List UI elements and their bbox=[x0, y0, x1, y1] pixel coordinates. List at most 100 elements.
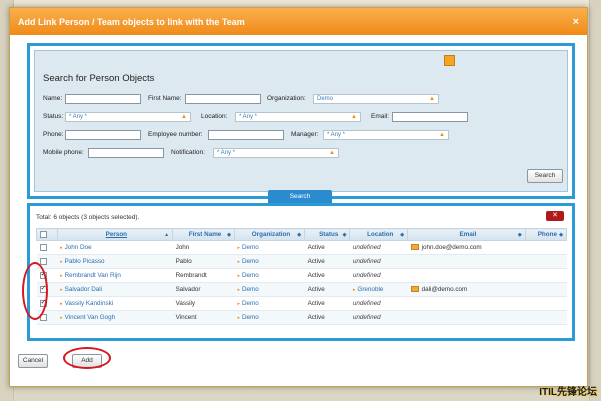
dropdown-arrow-icon: ▲ bbox=[329, 150, 335, 156]
phone-input[interactable] bbox=[65, 130, 141, 140]
manager-select[interactable]: * Any * ▲ bbox=[323, 130, 449, 140]
organization-link[interactable]: Demo bbox=[242, 272, 259, 279]
bullet-icon: ▸ bbox=[352, 287, 356, 293]
sort-icon: ◆ bbox=[400, 232, 405, 238]
status-select[interactable]: * Any * ▲ bbox=[65, 112, 191, 122]
column-header-organization[interactable]: Organization ◆ bbox=[233, 228, 306, 241]
status-cell: Active bbox=[304, 240, 350, 255]
dropdown-arrow-icon: ▲ bbox=[351, 114, 357, 120]
email-cell bbox=[407, 254, 526, 269]
background-right-strip bbox=[589, 0, 601, 401]
sort-asc-icon: ▲ bbox=[164, 232, 170, 238]
email-cell bbox=[407, 310, 526, 325]
select-all-checkbox[interactable] bbox=[40, 230, 47, 238]
cancel-button[interactable]: Cancel bbox=[18, 354, 48, 368]
email-cell: john.doe@demo.com bbox=[421, 244, 482, 251]
search-form: Search for Person Objects Name: First Na… bbox=[34, 50, 568, 192]
name-label: Name: bbox=[43, 95, 63, 102]
person-link[interactable]: Vincent Van Gogh bbox=[65, 314, 116, 321]
results-panel: Total: 6 objects (3 objects selected). ✕… bbox=[27, 203, 575, 341]
organization-link[interactable]: Demo bbox=[242, 258, 259, 265]
dropdown-arrow-icon: ▲ bbox=[181, 114, 187, 120]
highlight-checked-rows bbox=[22, 262, 48, 320]
sort-icon: ◆ bbox=[342, 232, 347, 238]
sort-icon: ◆ bbox=[227, 232, 231, 238]
bullet-icon: ▸ bbox=[237, 273, 240, 279]
organization-link[interactable]: Demo bbox=[242, 244, 259, 251]
column-header-status[interactable]: Status ◆ bbox=[304, 228, 351, 241]
phone-cell bbox=[525, 268, 567, 283]
row-checkbox[interactable] bbox=[39, 243, 47, 251]
mobile-phone-input[interactable] bbox=[88, 148, 164, 158]
dropdown-arrow-icon: ▲ bbox=[429, 96, 435, 102]
organization-label: Organization: bbox=[267, 95, 306, 102]
organization-link[interactable]: Demo bbox=[242, 314, 259, 321]
first-name-input[interactable] bbox=[185, 94, 261, 104]
column-header-phone[interactable]: Phone ◆ bbox=[524, 228, 568, 241]
status-cell: Active bbox=[304, 254, 350, 269]
email-cell: dali@demo.com bbox=[421, 286, 468, 293]
location-cell: undefined bbox=[349, 240, 408, 255]
bullet-icon: ▸ bbox=[237, 301, 240, 307]
close-icon[interactable]: × bbox=[573, 16, 579, 28]
email-cell bbox=[407, 268, 526, 283]
search-heading: Search for Person Objects bbox=[43, 73, 155, 84]
first-name-cell: Vincent bbox=[172, 310, 235, 325]
table-row[interactable]: ▸Rembrandt Van Rijn Rembrandt ▸Demo Acti… bbox=[36, 268, 567, 283]
location-link[interactable]: Grenoble bbox=[357, 286, 383, 293]
status-label: Status: bbox=[43, 113, 64, 120]
table-row[interactable]: ▸ Vincent Van Gogh Vincent ▸ Demo Active u… bbox=[36, 310, 567, 325]
mobile-phone-label: Mobile phone: bbox=[43, 149, 84, 156]
column-header-email[interactable]: Email ◆ bbox=[407, 228, 526, 241]
person-link[interactable]: Pablo Picasso bbox=[65, 258, 105, 265]
column-header-person[interactable]: Person ▲ bbox=[56, 228, 174, 241]
email-cell bbox=[407, 296, 526, 311]
status-value: * Any * bbox=[69, 114, 88, 120]
person-link[interactable]: John Doe bbox=[65, 244, 92, 251]
sort-icon: ◆ bbox=[559, 232, 563, 238]
location-select[interactable]: * Any * ▲ bbox=[235, 112, 361, 122]
employee-number-input[interactable] bbox=[208, 130, 284, 140]
organization-link[interactable]: Demo bbox=[242, 300, 259, 307]
phone-cell bbox=[525, 296, 567, 311]
status-cell: Active bbox=[304, 268, 350, 283]
phone-cell bbox=[525, 310, 567, 325]
organization-picker-icon[interactable] bbox=[444, 55, 455, 66]
notification-label: Notification: bbox=[171, 149, 205, 156]
status-cell: Active bbox=[304, 296, 350, 311]
table-row[interactable]: ▸Salvador Dali Salvador ▸Demo Active ▸Gr… bbox=[36, 282, 567, 297]
remove-selection-icon[interactable]: ✕ bbox=[546, 211, 564, 221]
search-panel: Search for Person Objects Name: First Na… bbox=[27, 43, 575, 199]
organization-link[interactable]: Demo bbox=[242, 286, 259, 293]
table-row[interactable]: ▸ John Doe John ▸ Demo Active undefined jo… bbox=[36, 240, 567, 255]
watermark-logo: ITIL先锋论坛 bbox=[539, 387, 597, 398]
bullet-icon: ▸ bbox=[60, 273, 63, 279]
column-header-first-name[interactable]: First Name ◆ bbox=[172, 228, 235, 241]
status-cell: Active bbox=[304, 310, 350, 325]
tab-search[interactable]: Search bbox=[268, 190, 332, 203]
select-all-header[interactable] bbox=[36, 228, 58, 241]
column-header-location[interactable]: Location ◆ bbox=[349, 228, 409, 241]
sort-icon: ◆ bbox=[517, 232, 522, 238]
person-link[interactable]: Salvador Dali bbox=[65, 286, 102, 293]
email-input[interactable] bbox=[392, 112, 468, 122]
email-label: Email: bbox=[371, 113, 390, 120]
person-link[interactable]: Vassily Kandinski bbox=[65, 300, 114, 307]
status-cell: Active bbox=[304, 282, 350, 297]
name-input[interactable] bbox=[65, 94, 141, 104]
notification-select[interactable]: * Any * ▲ bbox=[213, 148, 339, 158]
phone-cell bbox=[525, 282, 567, 297]
location-cell: undefined bbox=[349, 254, 408, 269]
phone-cell bbox=[525, 254, 567, 269]
organization-select[interactable]: Demo ▲ bbox=[313, 94, 439, 104]
results-total: Total: 6 objects (3 objects selected). bbox=[36, 214, 140, 221]
search-button[interactable]: Search bbox=[527, 169, 563, 183]
table-row[interactable]: ▸Vassily Kandinski Vassily ▸Demo Active … bbox=[36, 296, 567, 311]
dialog-title: Add Link Person / Team objects to link w… bbox=[18, 16, 245, 27]
first-name-cell: Salvador bbox=[172, 282, 235, 297]
table-row[interactable]: ▸ Pablo Picasso Pablo ▸ Demo Active undefi… bbox=[36, 254, 567, 269]
organization-value: Demo bbox=[317, 96, 334, 102]
sort-icon: ◆ bbox=[297, 232, 302, 238]
bullet-icon: ▸ bbox=[60, 259, 63, 265]
person-link[interactable]: Rembrandt Van Rijn bbox=[65, 272, 121, 279]
